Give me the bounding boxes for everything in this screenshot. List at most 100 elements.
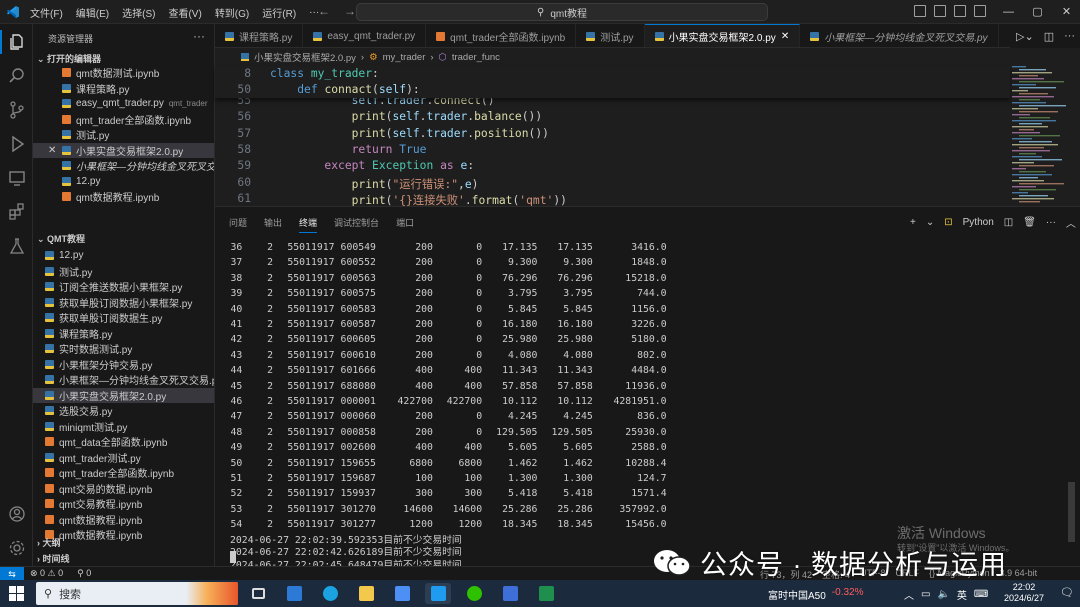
menu-selection[interactable]: 选择(S) bbox=[122, 5, 155, 20]
code-line[interactable]: return True bbox=[270, 143, 427, 156]
new-terminal-button[interactable]: + bbox=[910, 217, 916, 228]
remote-explorer-icon[interactable] bbox=[7, 168, 27, 188]
split-editor-icon[interactable]: ◫ bbox=[1044, 30, 1054, 43]
task-view-icon[interactable] bbox=[245, 583, 271, 604]
more-icon[interactable]: ··· bbox=[1046, 217, 1056, 228]
file-tree-item[interactable]: qmt数据教程.ipynb bbox=[33, 512, 214, 528]
forward-arrow-icon[interactable]: → bbox=[344, 4, 356, 18]
file-tree-item[interactable]: 课程策略.py bbox=[33, 326, 214, 342]
code-line[interactable]: print("运行错误:",e) bbox=[270, 176, 479, 192]
volume-icon[interactable]: 🔈 bbox=[937, 589, 949, 600]
chevron-down-icon[interactable]: ⌄ bbox=[926, 217, 934, 228]
file-tree-item[interactable]: 获取单股订阅数据小果框架.py bbox=[33, 295, 214, 311]
breadcrumb-file[interactable]: 小果实盘交易框架2.0.py bbox=[254, 50, 356, 64]
open-editor-item[interactable]: 课程策略.py bbox=[33, 81, 214, 97]
run-debug-icon[interactable] bbox=[7, 134, 27, 154]
terminal-scrollbar[interactable] bbox=[1068, 482, 1075, 542]
settings-gear-icon[interactable] bbox=[7, 538, 27, 558]
panel-tab[interactable]: 终端 bbox=[299, 216, 318, 233]
more-actions-icon[interactable]: ··· bbox=[1064, 30, 1075, 42]
code-line[interactable]: print(self.trader.position()) bbox=[270, 127, 549, 140]
menu-go[interactable]: 转到(G) bbox=[215, 5, 249, 20]
maximize-button[interactable]: ▢ bbox=[1023, 0, 1052, 24]
toggle-panel-icon[interactable] bbox=[934, 5, 946, 17]
extensions-icon[interactable] bbox=[7, 202, 27, 222]
open-editor-item[interactable]: 12.py bbox=[33, 174, 214, 190]
qmt-app-icon[interactable] bbox=[533, 583, 559, 604]
close-icon[interactable]: ✕ bbox=[781, 31, 789, 42]
breadcrumb-class[interactable]: my_trader bbox=[383, 52, 426, 63]
remote-indicator[interactable]: ⇆ bbox=[0, 567, 24, 581]
run-python-icon[interactable]: ▷⌄ bbox=[1016, 30, 1034, 43]
vscode-taskbar-icon[interactable] bbox=[425, 583, 451, 604]
file-tree-item[interactable]: 小果实盘交易框架2.0.py bbox=[33, 387, 214, 403]
app-m-icon[interactable] bbox=[497, 583, 523, 604]
file-tree-item[interactable]: qmt_trader全部函数.ipynb bbox=[33, 465, 214, 481]
open-editor-item[interactable]: qmt数据测试.ipynb bbox=[33, 65, 214, 81]
taskbar-search[interactable]: ⚲ 搜索 bbox=[36, 582, 238, 605]
notification-icon[interactable]: 🗨 bbox=[1060, 586, 1074, 599]
editor-tab[interactable]: 课程策略.py bbox=[215, 24, 304, 47]
file-tree-item[interactable]: qmt_data全部函数.ipynb bbox=[33, 434, 214, 450]
stock-widget[interactable]: 富时中国A50 -0.32% bbox=[768, 587, 863, 602]
tray-chevron-up-icon[interactable]: ︿ bbox=[904, 587, 914, 602]
open-editor-item[interactable]: qmt_trader全部函数.ipynb bbox=[33, 112, 214, 128]
file-tree-item[interactable]: qmt交易教程.ipynb bbox=[33, 496, 214, 512]
file-tree-item[interactable]: 实时数据测试.py bbox=[33, 341, 214, 357]
toggle-sidebar-icon[interactable] bbox=[914, 5, 926, 17]
editor-tab[interactable]: easy_qmt_trader.py bbox=[303, 24, 427, 47]
ports-indicator[interactable]: ⚲ 0 bbox=[77, 568, 91, 579]
panel-tab[interactable]: 问题 bbox=[229, 216, 247, 233]
mail-icon[interactable] bbox=[281, 583, 307, 604]
store-icon[interactable] bbox=[389, 583, 415, 604]
menu-run[interactable]: 运行(R) bbox=[262, 5, 296, 20]
wechat-taskbar-icon[interactable] bbox=[461, 583, 487, 604]
editor-tab[interactable]: 测试.py bbox=[576, 24, 645, 47]
back-arrow-icon[interactable]: ← bbox=[318, 4, 330, 18]
code-line[interactable]: print(self.trader.balance()) bbox=[270, 110, 543, 123]
problems-indicator[interactable]: ⊗ 0 ⚠ 0 bbox=[30, 568, 63, 579]
panel-tab[interactable]: 端口 bbox=[396, 216, 414, 233]
testing-flask-icon[interactable] bbox=[7, 236, 27, 256]
file-tree-item[interactable]: qmt交易的数据.ipynb bbox=[33, 481, 214, 497]
maximize-panel-icon[interactable]: ︿ bbox=[1066, 215, 1076, 230]
windows-start-icon[interactable] bbox=[9, 586, 24, 601]
account-icon[interactable] bbox=[7, 504, 27, 524]
network-icon[interactable]: ▭ bbox=[921, 589, 930, 600]
outline-section[interactable]: › 大纲 bbox=[37, 536, 61, 549]
file-tree-item[interactable]: 选股交易.py bbox=[33, 403, 214, 419]
open-editor-item[interactable]: ✕ 小果实盘交易框架2.0.py bbox=[33, 142, 214, 158]
customize-layout-icon[interactable] bbox=[974, 5, 986, 17]
file-tree-item[interactable]: 12.py bbox=[33, 248, 214, 264]
terminal-shell-label[interactable]: Python bbox=[963, 217, 994, 228]
file-tree-item[interactable]: miniqmt测试.py bbox=[33, 419, 214, 435]
menu-view[interactable]: 查看(V) bbox=[168, 5, 201, 20]
explorer-icon[interactable] bbox=[7, 32, 27, 52]
open-editors-header[interactable]: ⌄ 打开的编辑器 bbox=[37, 52, 101, 65]
open-editor-item[interactable]: 小果框架—分钟均线金叉死叉交... bbox=[33, 158, 214, 174]
file-tree-item[interactable]: qmt_trader测试.py bbox=[33, 450, 214, 466]
close-button[interactable]: ✕ bbox=[1052, 0, 1080, 24]
folder-header[interactable]: ⌄ QMT教程 bbox=[37, 232, 85, 245]
file-tree-item[interactable]: 小果框架分钟交易.py bbox=[33, 357, 214, 373]
menu-file[interactable]: 文件(F) bbox=[30, 5, 63, 20]
input-method-indicator[interactable]: 英 bbox=[957, 587, 967, 602]
open-editor-item[interactable]: easy_qmt_trader.py qmt_trader bbox=[33, 96, 214, 112]
edge-browser-icon[interactable] bbox=[317, 583, 343, 604]
toggle-secondary-sidebar-icon[interactable] bbox=[954, 5, 966, 17]
search-icon[interactable] bbox=[7, 66, 27, 86]
command-center[interactable]: ⚲ qmt教程 bbox=[356, 3, 768, 21]
panel-tab[interactable]: 输出 bbox=[264, 216, 282, 233]
taskbar-clock[interactable]: 22:02 2024/6/27 bbox=[996, 582, 1052, 604]
minimap[interactable] bbox=[1008, 66, 1080, 206]
open-editor-item[interactable]: 测试.py bbox=[33, 127, 214, 143]
open-editor-item[interactable]: qmt数据教程.ipynb bbox=[33, 189, 214, 205]
keyboard-icon[interactable]: ⌨ bbox=[974, 589, 988, 600]
split-terminal-icon[interactable]: ◫ bbox=[1004, 217, 1013, 228]
breadcrumb-method[interactable]: trader_func bbox=[452, 52, 500, 63]
menu-edit[interactable]: 编辑(E) bbox=[76, 5, 109, 20]
sticky-code-line[interactable]: def connact(self): bbox=[270, 83, 419, 96]
sticky-scroll[interactable]: 8 class my_trader: 50 def connact(self): bbox=[215, 66, 1010, 98]
minimize-button[interactable]: — bbox=[994, 0, 1023, 24]
panel-tab[interactable]: 调试控制台 bbox=[334, 216, 379, 233]
